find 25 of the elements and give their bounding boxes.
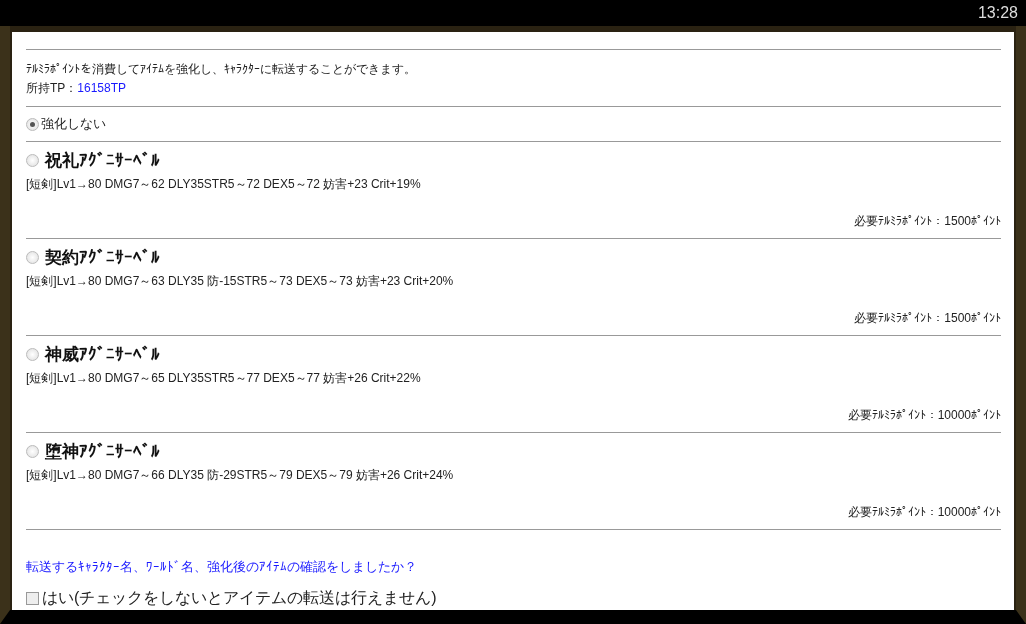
tp-label: 所持TP： — [26, 81, 78, 95]
radio-button[interactable] — [26, 348, 39, 361]
item-stats: [短剣]Lv1→80 DMG7～62 DLY35STR5～72 DEX5～72 妨害+23 Crit+19% — [26, 176, 422, 193]
radio-button[interactable] — [26, 154, 39, 167]
item-name[interactable]: 神威ｱｸﾞﾆｻｰﾍﾞﾙ — [45, 343, 160, 366]
item-name[interactable]: 祝礼ｱｸﾞﾆｻｰﾍﾞﾙ — [45, 149, 160, 172]
radio-button[interactable] — [26, 251, 39, 264]
radio-button[interactable] — [26, 117, 39, 131]
radio-option[interactable]: 強化しない — [26, 107, 106, 141]
radio-button[interactable] — [26, 445, 39, 458]
item-stats: [短剣]Lv1→80 DMG7～63 DLY35 防-15STR5～73 DEX5～73 妨害+23 Crit+20% — [26, 273, 455, 290]
confirm-question: 転送するｷｬﾗｸﾀｰ名、ﾜｰﾙﾄﾞ名、強化後のｱｲﾃﾑの確認をしましたか？ — [26, 558, 418, 576]
checkbox[interactable] — [26, 592, 39, 605]
tp-value: 16158TP — [77, 81, 127, 95]
item-name[interactable]: 契約ｱｸﾞﾆｻｰﾍﾞﾙ — [45, 246, 160, 269]
required-points: 必要ﾃﾙﾐﾗﾎﾟｲﾝﾄ：10000ﾎﾟｲﾝﾄ — [847, 504, 1001, 521]
status-time: 13:28 — [977, 4, 1018, 22]
required-points: 必要ﾃﾙﾐﾗﾎﾟｲﾝﾄ：1500ﾎﾟｲﾝﾄ — [854, 310, 1001, 327]
item-name[interactable]: 堕神ｱｸﾞﾆｻｰﾍﾞﾙ — [45, 440, 160, 463]
required-points: 必要ﾃﾙﾐﾗﾎﾟｲﾝﾄ：1500ﾎﾟｲﾝﾄ — [854, 213, 1001, 230]
item-stats: [短剣]Lv1→80 DMG7～65 DLY35STR5～77 DEX5～77 妨害+26 Crit+22% — [26, 370, 422, 387]
item-stats: [短剣]Lv1→80 DMG7～66 DLY35 防-29STR5～79 DEX5～79 妨害+26 Crit+24% — [26, 467, 455, 484]
required-points: 必要ﾃﾙﾐﾗﾎﾟｲﾝﾄ：10000ﾎﾟｲﾝﾄ — [847, 407, 1001, 424]
confirm-checkbox-label[interactable]: はい(チェックをしないとアイテムの転送は行えません) — [26, 588, 437, 609]
intro-text: ﾃﾙﾐﾗﾎﾟｲﾝﾄを消費してｱｲﾃﾑを強化し、ｷｬﾗｸﾀｰに転送することができます。 — [26, 61, 417, 78]
